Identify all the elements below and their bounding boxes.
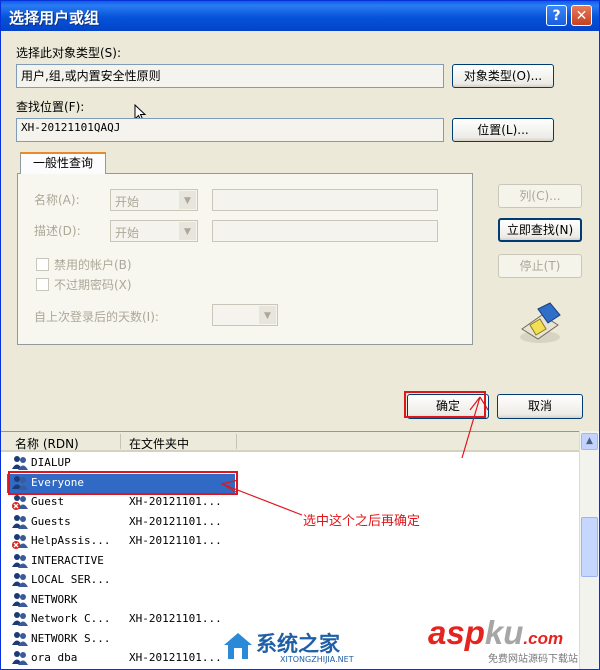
brand-part-asp: asp (428, 614, 485, 651)
left-watermark-url: XITONGZHIJIA.NET (280, 655, 354, 664)
tab-general-query[interactable]: 一般性查询 (20, 152, 106, 174)
left-watermark-brand: 系统之家 (256, 632, 340, 656)
brand-part-ku: ku (484, 614, 524, 651)
brand-part-com: .com (523, 629, 564, 648)
right-watermark-brand: aspku.com (428, 614, 563, 652)
annotation-note: 选中这个之后再确定 (303, 514, 421, 529)
right-watermark-tagline: 免费网站源码下载站 (488, 654, 578, 665)
annotation-arrows (220, 396, 489, 516)
house-logo-icon (224, 633, 252, 659)
